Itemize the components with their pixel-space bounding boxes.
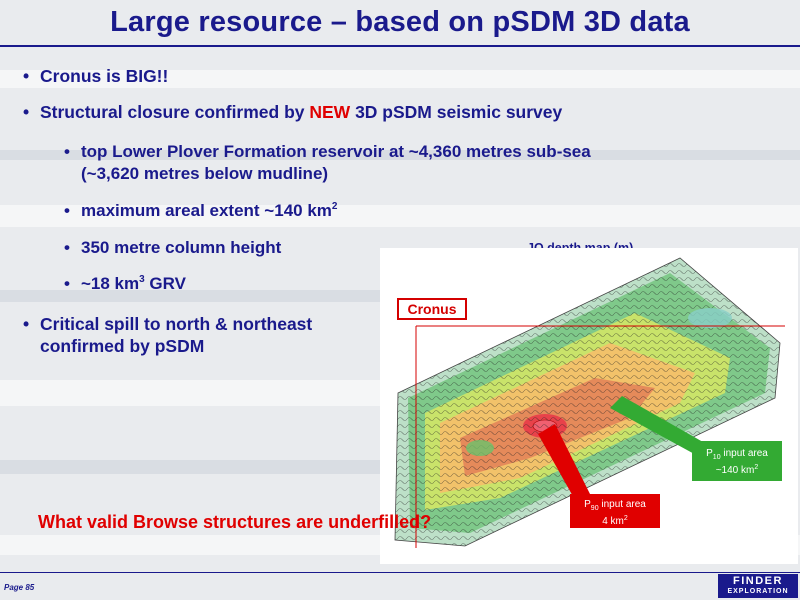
bullet-text: Structural closure confirmed by [40,102,310,122]
bullet-text: Cronus is BIG!! [40,66,169,86]
callout-text: input area [720,448,768,459]
cronus-label: Cronus [397,298,467,320]
p90-callout: P90 input area 4 km2 [570,494,660,528]
bullet-critical-spill: • Critical spill to north & northeast co… [23,313,313,357]
logo-text: FINDER [733,575,783,587]
bullet-dot: • [64,238,70,257]
callout-text: P [584,499,591,510]
footer-rule [0,572,800,573]
subbullet-areal-extent: • maximum areal extent ~140 km2 [64,200,338,222]
subbullet-grv: • ~18 km3 GRV [64,273,186,295]
title-rule [0,45,800,47]
subbullet-top-reservoir: • top Lower Plover Formation reservoir a… [64,141,591,185]
depth-zone [466,440,494,456]
callout-text: 4 km [602,516,624,527]
bullet-text: 350 metre column height [81,238,282,257]
closing-question: What valid Browse structures are underfi… [38,512,432,532]
callout-text: ~140 km [715,465,755,476]
superscript: 2 [623,515,628,522]
superscript: 2 [331,201,338,212]
slide-title: Large resource – based on pSDM 3D data [110,6,690,38]
subscript: 10 [712,454,721,461]
bullet-text: GRV [144,274,186,293]
bullet-dot: • [23,102,30,122]
new-highlight: NEW [309,102,351,122]
bullet-text: 3D pSDM seismic survey [350,102,563,122]
depth-zone [688,308,732,328]
bullet-text: (~3,620 metres below mudline) [81,164,329,183]
page-number: Page 85 [4,583,35,592]
background-stripe [0,460,380,474]
bullet-text: Critical spill to north & northeast [40,314,313,334]
superscript: 2 [754,464,759,471]
bullet-text: top Lower Plover Formation reservoir at … [81,142,591,161]
bullet-structural-closure: • Structural closure confirmed by NEW 3D… [23,101,563,123]
bullet-dot: • [64,201,70,220]
bullet-text: ~18 km [81,274,140,293]
subbullet-column-height: • 350 metre column height [64,237,282,259]
bullet-cronus-big: • Cronus is BIG!! [23,65,169,87]
bullet-dot: • [64,274,70,293]
p10-callout: P10 input area ~140 km2 [692,441,782,481]
callout-text: P [706,448,713,459]
bullet-text: confirmed by pSDM [40,336,205,356]
bullet-dot: • [64,142,70,161]
bullet-dot: • [23,66,30,86]
bullet-text: maximum areal extent ~140 km [81,201,332,220]
background-stripe [0,290,380,302]
callout-text: input area [598,499,646,510]
logo-subtext: EXPLORATION [727,588,789,595]
background-stripe [0,380,380,406]
finder-logo: FINDER EXPLORATION [718,574,798,598]
bullet-dot: • [23,314,30,334]
subscript: 90 [590,505,599,512]
